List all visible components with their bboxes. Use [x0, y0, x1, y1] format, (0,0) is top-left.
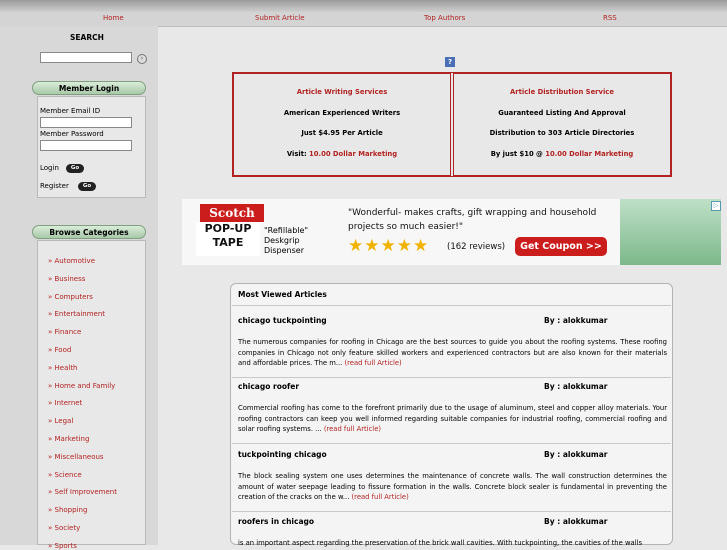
article-excerpt-text: The block sealing system one uses determ… — [238, 472, 667, 501]
article-excerpt-text: The numerous companies for roofing in Ch… — [238, 338, 667, 367]
most-viewed-heading: Most Viewed Articles — [238, 290, 327, 299]
ad-quote: "Wonderful- makes crafts, gift wrapping … — [348, 206, 596, 234]
article-title[interactable]: tuckpointing chicago — [238, 450, 327, 459]
nav-home[interactable]: Home — [103, 14, 124, 22]
divider — [232, 511, 671, 512]
register-go-button[interactable]: Go — [78, 182, 96, 191]
member-login-title: Member Login — [32, 81, 146, 95]
nav-rss[interactable]: RSS — [603, 14, 617, 22]
category-link[interactable]: » Entertainment — [48, 310, 105, 318]
article-author: By : alokkumar — [544, 382, 608, 391]
email-field[interactable] — [40, 117, 132, 128]
article-title[interactable]: chicago tuckpointing — [238, 316, 327, 325]
category-link[interactable]: » Science — [48, 471, 82, 479]
article-excerpt: The block sealing system one uses determ… — [238, 471, 667, 503]
category-link[interactable]: » Marketing — [48, 435, 89, 443]
read-full-article-link[interactable]: (read full Article) — [324, 425, 381, 433]
read-full-article-link[interactable]: (read full Article) — [345, 359, 402, 367]
category-link[interactable]: » Food — [48, 346, 71, 354]
distribution-line1: Guaranteed Listing And Approval — [498, 109, 626, 117]
article-excerpt-text: is an important aspect regarding the pre… — [238, 539, 643, 547]
category-link[interactable]: » Sports — [48, 542, 77, 550]
ad-refill-text: "Refillable" Deskgrip Dispenser — [264, 226, 309, 255]
category-link[interactable]: » Health — [48, 364, 78, 372]
search-input[interactable] — [40, 52, 132, 63]
ad-choices-icon[interactable]: ▷ — [711, 201, 721, 211]
top-bar — [0, 0, 727, 12]
ad-brand-logo: Scotch — [200, 204, 264, 222]
divider — [232, 443, 671, 444]
article-author: By : alokkumar — [544, 316, 608, 325]
category-link[interactable]: » Legal — [48, 417, 73, 425]
category-link[interactable]: » Internet — [48, 399, 82, 407]
password-label: Member Password — [40, 130, 104, 138]
divider — [232, 377, 671, 378]
rating-stars-icon: ★★★★★ — [348, 236, 430, 256]
distribution-price-label: By just $10 @ — [490, 150, 546, 158]
article-author: By : alokkumar — [544, 517, 608, 526]
writing-services: Article Writing Services American Experi… — [233, 73, 451, 176]
main-nav: Home Submit Article Top Authors RSS — [0, 12, 727, 27]
article-title[interactable]: roofers in chicago — [238, 517, 314, 526]
writing-services-title[interactable]: Article Writing Services — [234, 88, 450, 96]
article-excerpt-text: Commercial roofing has come to the foref… — [238, 404, 667, 433]
read-full-article-link[interactable]: (read full Article) — [352, 493, 409, 501]
password-field[interactable] — [40, 140, 132, 151]
ad-reviews: (162 reviews) — [447, 242, 506, 252]
services-box: Article Writing Services American Experi… — [232, 72, 672, 177]
writing-visit-label: Visit: — [286, 150, 310, 158]
register-label: Register — [40, 182, 69, 190]
nav-submit-article[interactable]: Submit Article — [255, 14, 305, 22]
writing-line2: Just $4.95 Per Article — [301, 129, 383, 137]
search-go-icon[interactable]: › — [137, 54, 147, 64]
article-excerpt: The numerous companies for roofing in Ch… — [238, 337, 667, 369]
help-icon[interactable]: ? — [445, 57, 455, 67]
search-title: SEARCH — [70, 33, 104, 42]
category-link[interactable]: » Business — [48, 275, 85, 283]
ad-product-name: POP-UP TAPE — [196, 222, 260, 256]
category-link[interactable]: » Automotive — [48, 257, 95, 265]
writing-line1: American Experienced Writers — [283, 109, 401, 117]
category-link[interactable]: » Society — [48, 524, 80, 532]
email-label: Member Email ID — [40, 107, 101, 115]
ad-quote-line2: projects so much easier!" — [348, 222, 464, 232]
categories-panel — [37, 240, 146, 545]
login-go-button[interactable]: Go — [66, 164, 84, 173]
distribution-link[interactable]: 10.00 Dollar Marketing — [545, 150, 633, 158]
writing-visit-link[interactable]: 10.00 Dollar Marketing — [309, 150, 397, 158]
category-link[interactable]: » Computers — [48, 293, 93, 301]
nav-top-authors[interactable]: Top Authors — [424, 14, 465, 22]
category-link[interactable]: » Self Improvement — [48, 488, 117, 496]
article-excerpt: is an important aspect regarding the pre… — [238, 538, 667, 549]
distribution-line2: Distribution to 303 Article Directories — [489, 129, 635, 137]
article-author: By : alokkumar — [544, 450, 608, 459]
ad-quote-line1: "Wonderful- makes crafts, gift wrapping … — [348, 208, 597, 218]
distribution-services: Article Distribution Service Guaranteed … — [453, 73, 671, 176]
ad-product-image — [620, 199, 721, 265]
article-excerpt: Commercial roofing has come to the foref… — [238, 403, 667, 435]
login-label: Login — [40, 164, 59, 172]
distribution-services-title[interactable]: Article Distribution Service — [454, 88, 670, 96]
divider — [232, 305, 671, 306]
category-link[interactable]: » Finance — [48, 328, 81, 336]
article-title[interactable]: chicago roofer — [238, 382, 299, 391]
browse-categories-title: Browse Categories — [32, 225, 146, 239]
category-link[interactable]: » Shopping — [48, 506, 87, 514]
category-link[interactable]: » Miscellaneous — [48, 453, 104, 461]
category-link[interactable]: » Home and Family — [48, 382, 115, 390]
get-coupon-button[interactable]: Get Coupon >> — [515, 237, 607, 256]
